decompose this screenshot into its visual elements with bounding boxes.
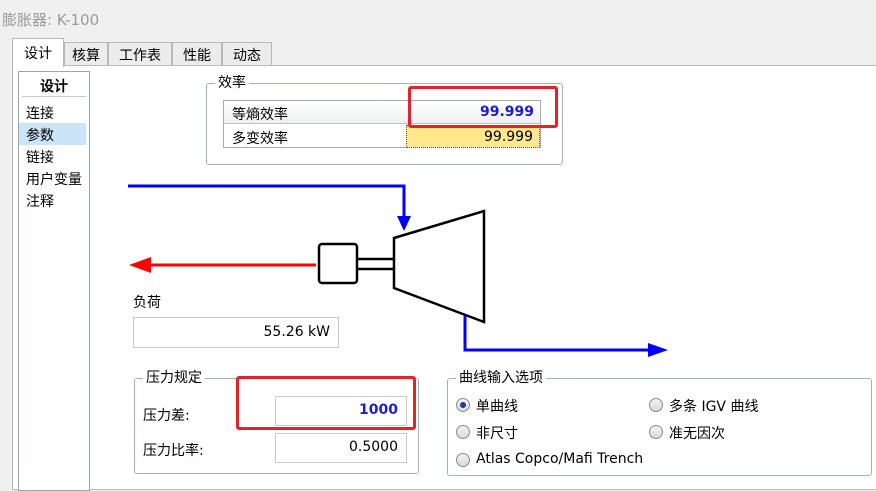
expander-turbine-icon[interactable] <box>317 209 486 324</box>
pressure-drop-label: 压力差: <box>143 408 190 424</box>
product-stream-arrow <box>463 316 668 357</box>
radio-atlas-copco[interactable] <box>456 453 470 467</box>
radio-quasi-dimensionless-label[interactable]: 准无因次 <box>669 423 725 443</box>
feed-stream-arrow <box>128 184 411 231</box>
radio-dimensional[interactable] <box>456 425 470 439</box>
radio-quasi-dimensionless[interactable] <box>649 425 663 439</box>
load-value-field[interactable]: 55.26 kW <box>133 317 339 348</box>
radio-multi-igv-curve[interactable] <box>649 398 663 412</box>
pressure-spec-title: 压力规定 <box>143 369 205 387</box>
pressure-ratio-field[interactable]: 0.5000 <box>275 433 407 463</box>
radio-dimensional-label[interactable]: 非尺寸 <box>476 423 518 443</box>
radio-multi-igv-curve-label[interactable]: 多条 IGV 曲线 <box>669 396 758 416</box>
radio-atlas-copco-label[interactable]: Atlas Copco/Mafi Trench <box>476 451 643 467</box>
radio-single-curve[interactable] <box>456 398 470 412</box>
energy-stream-arrow <box>129 257 316 273</box>
highlight-isentropic-efficiency <box>408 86 558 128</box>
curve-input-title: 曲线输入选项 <box>456 369 546 387</box>
load-label: 负荷 <box>133 295 161 311</box>
radio-single-curve-label[interactable]: 单曲线 <box>476 396 518 416</box>
highlight-pressure-drop <box>236 376 416 430</box>
pressure-ratio-label: 压力比率: <box>143 443 204 459</box>
tab-design[interactable]: 设计 <box>12 38 64 67</box>
